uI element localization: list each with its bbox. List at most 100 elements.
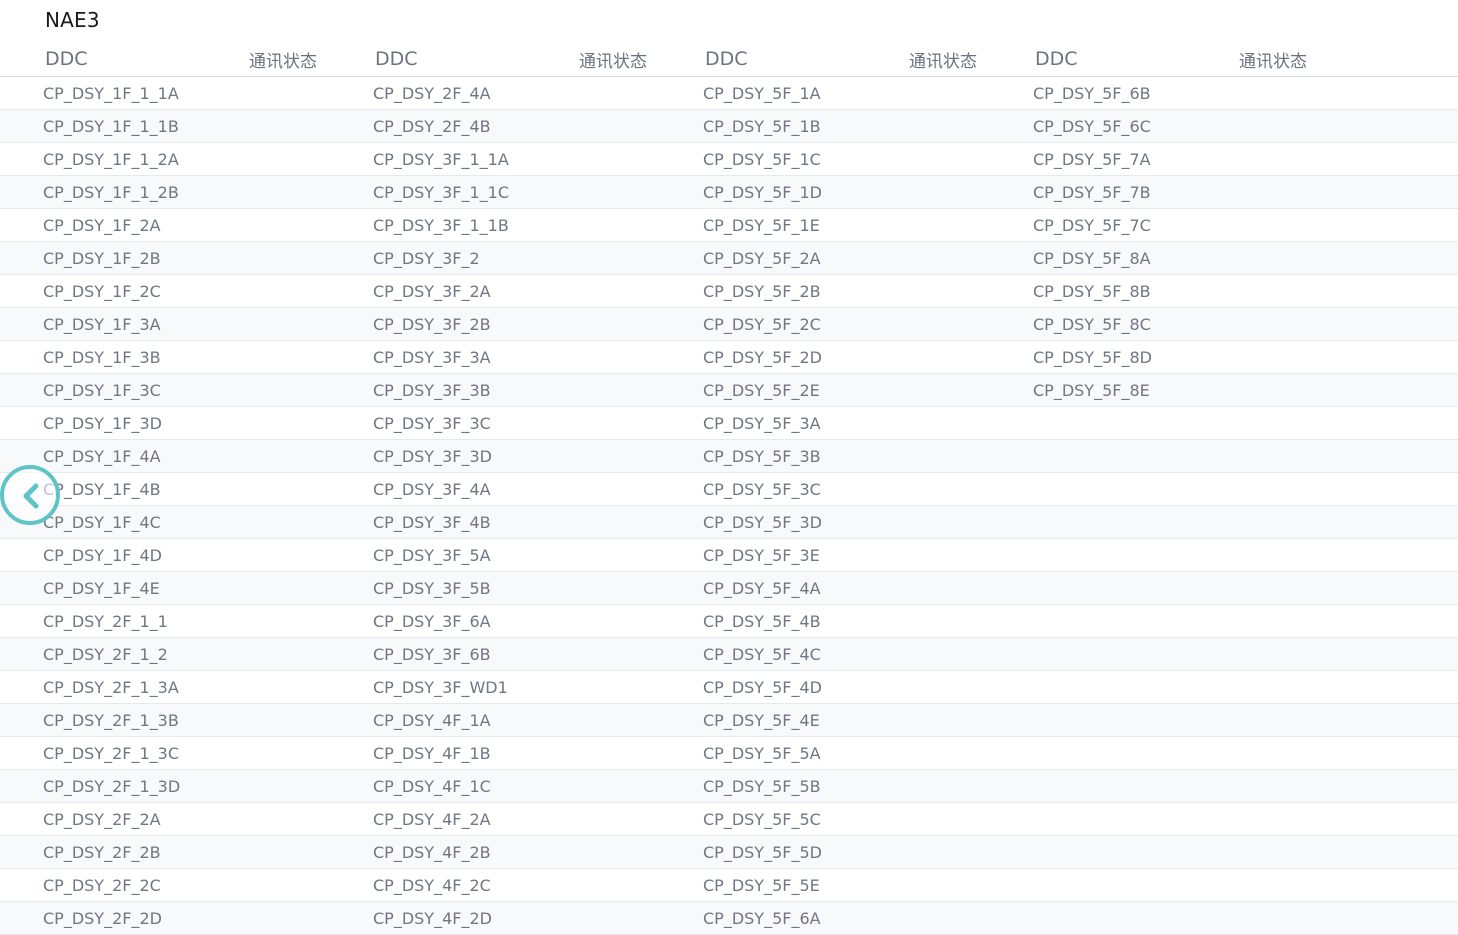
ddc-name-cell: CP_DSY_5F_8A	[1033, 248, 1151, 268]
ddc-name-cell: CP_DSY_5F_8B	[1033, 281, 1151, 301]
table-row: CP_DSY_1F_3C CP_DSY_3F_3B CP_DSY_5F_2E CP_D…	[0, 374, 1458, 407]
ddc-name-cell: CP_DSY_2F_1_3A	[43, 677, 179, 697]
table-body: CP_DSY_1F_1_1A CP_DSY_2F_4A CP_DSY_5F_1A CP…	[0, 77, 1458, 935]
ddc-name-cell: CP_DSY_3F_5A	[373, 545, 491, 565]
ddc-name-cell: CP_DSY_1F_1_1B	[43, 116, 179, 136]
header-status: 通讯状态	[1239, 51, 1307, 72]
ddc-name-cell: CP_DSY_4F_2C	[373, 875, 491, 895]
ddc-name-cell: CP_DSY_4F_2B	[373, 842, 491, 862]
table-row: CP_DSY_1F_2A CP_DSY_3F_1_1B CP_DSY_5F_1E CP…	[0, 209, 1458, 242]
header-status: 通讯状态	[579, 51, 647, 72]
table-row: CP_DSY_1F_4E CP_DSY_3F_5B CP_DSY_5F_4A	[0, 572, 1458, 605]
ddc-name-cell: CP_DSY_3F_1_1B	[373, 215, 509, 235]
table-row: CP_DSY_2F_1_2 CP_DSY_3F_6B CP_DSY_5F_4C	[0, 638, 1458, 671]
table-row: CP_DSY_2F_1_3C CP_DSY_4F_1B CP_DSY_5F_5A	[0, 737, 1458, 770]
ddc-name-cell: CP_DSY_5F_4B	[703, 611, 821, 631]
ddc-name-cell: CP_DSY_5F_1B	[703, 116, 821, 136]
ddc-name-cell: CP_DSY_5F_3C	[703, 479, 821, 499]
ddc-name-cell: CP_DSY_1F_3C	[43, 380, 161, 400]
table-row: CP_DSY_2F_1_1 CP_DSY_3F_6A CP_DSY_5F_4B	[0, 605, 1458, 638]
ddc-name-cell: CP_DSY_3F_1_1C	[373, 182, 509, 202]
ddc-name-cell: CP_DSY_5F_2D	[703, 347, 822, 367]
ddc-name-cell: CP_DSY_1F_1_1A	[43, 83, 179, 103]
ddc-name-cell: CP_DSY_1F_1_2A	[43, 149, 179, 169]
ddc-name-cell: CP_DSY_3F_6B	[373, 644, 491, 664]
ddc-name-cell: CP_DSY_2F_1_3B	[43, 710, 179, 730]
ddc-name-cell: CP_DSY_3F_6A	[373, 611, 491, 631]
table-row: CP_DSY_2F_2A CP_DSY_4F_2A CP_DSY_5F_5C	[0, 803, 1458, 836]
ddc-status-table: DDC 通讯状态 DDC 通讯状态 DDC 通讯状态 DDC 通讯状态 CP_D…	[0, 42, 1458, 935]
ddc-name-cell: CP_DSY_5F_6A	[703, 908, 821, 928]
ddc-name-cell: CP_DSY_2F_2A	[43, 809, 161, 829]
ddc-name-cell: CP_DSY_2F_2B	[43, 842, 161, 862]
ddc-name-cell: CP_DSY_5F_5D	[703, 842, 822, 862]
ddc-name-cell: CP_DSY_3F_4A	[373, 479, 491, 499]
table-header-row: DDC 通讯状态 DDC 通讯状态 DDC 通讯状态 DDC 通讯状态	[0, 42, 1458, 77]
ddc-name-cell: CP_DSY_5F_8E	[1033, 380, 1150, 400]
table-row: CP_DSY_2F_2B CP_DSY_4F_2B CP_DSY_5F_5D	[0, 836, 1458, 869]
ddc-name-cell: CP_DSY_5F_7A	[1033, 149, 1151, 169]
ddc-name-cell: CP_DSY_5F_6B	[1033, 83, 1151, 103]
ddc-name-cell: CP_DSY_5F_1A	[703, 83, 821, 103]
header-ddc: DDC	[45, 48, 88, 70]
header-ddc: DDC	[1035, 48, 1078, 70]
ddc-name-cell: CP_DSY_1F_4D	[43, 545, 162, 565]
back-button[interactable]	[0, 465, 60, 525]
ddc-name-cell: CP_DSY_2F_1_3D	[43, 776, 181, 796]
ddc-name-cell: CP_DSY_5F_8C	[1033, 314, 1151, 334]
ddc-name-cell: CP_DSY_3F_3A	[373, 347, 491, 367]
ddc-name-cell: CP_DSY_1F_1_2B	[43, 182, 179, 202]
ddc-name-cell: CP_DSY_1F_2C	[43, 281, 161, 301]
ddc-name-cell: CP_DSY_5F_7B	[1033, 182, 1151, 202]
ddc-name-cell: CP_DSY_5F_5A	[703, 743, 821, 763]
table-row: CP_DSY_1F_4C CP_DSY_3F_4B CP_DSY_5F_3D	[0, 506, 1458, 539]
ddc-name-cell: CP_DSY_3F_WD1	[373, 677, 508, 697]
table-row: CP_DSY_2F_1_3D CP_DSY_4F_1C CP_DSY_5F_5B	[0, 770, 1458, 803]
header-status: 通讯状态	[909, 51, 977, 72]
table-row: CP_DSY_1F_4D CP_DSY_3F_5A CP_DSY_5F_3E	[0, 539, 1458, 572]
ddc-name-cell: CP_DSY_5F_7C	[1033, 215, 1151, 235]
ddc-name-cell: CP_DSY_5F_5C	[703, 809, 821, 829]
ddc-name-cell: CP_DSY_1F_4B	[43, 479, 161, 499]
ddc-name-cell: CP_DSY_5F_8D	[1033, 347, 1152, 367]
ddc-name-cell: CP_DSY_2F_4B	[373, 116, 491, 136]
header-status: 通讯状态	[249, 51, 317, 72]
ddc-name-cell: CP_DSY_3F_4B	[373, 512, 491, 532]
ddc-name-cell: CP_DSY_3F_3D	[373, 446, 492, 466]
ddc-name-cell: CP_DSY_4F_2A	[373, 809, 491, 829]
ddc-name-cell: CP_DSY_5F_5E	[703, 875, 820, 895]
ddc-name-cell: CP_DSY_1F_4A	[43, 446, 161, 466]
table-row: CP_DSY_1F_4A CP_DSY_3F_3D CP_DSY_5F_3B	[0, 440, 1458, 473]
ddc-name-cell: CP_DSY_2F_1_1	[43, 611, 168, 631]
table-row: CP_DSY_2F_2D CP_DSY_4F_2D CP_DSY_5F_6A	[0, 902, 1458, 935]
ddc-name-cell: CP_DSY_5F_1E	[703, 215, 820, 235]
ddc-name-cell: CP_DSY_3F_2B	[373, 314, 491, 334]
chevron-left-icon	[23, 483, 39, 509]
ddc-name-cell: CP_DSY_2F_1_3C	[43, 743, 179, 763]
table-row: CP_DSY_1F_3B CP_DSY_3F_3A CP_DSY_5F_2D CP_D…	[0, 341, 1458, 374]
ddc-name-cell: CP_DSY_3F_3B	[373, 380, 491, 400]
ddc-name-cell: CP_DSY_5F_2A	[703, 248, 821, 268]
ddc-name-cell: CP_DSY_5F_2C	[703, 314, 821, 334]
ddc-name-cell: CP_DSY_1F_4E	[43, 578, 160, 598]
ddc-name-cell: CP_DSY_1F_2B	[43, 248, 161, 268]
ddc-name-cell: CP_DSY_5F_3B	[703, 446, 821, 466]
ddc-name-cell: CP_DSY_4F_1A	[373, 710, 491, 730]
ddc-name-cell: CP_DSY_5F_3E	[703, 545, 820, 565]
ddc-name-cell: CP_DSY_5F_3A	[703, 413, 821, 433]
ddc-name-cell: CP_DSY_5F_5B	[703, 776, 821, 796]
ddc-name-cell: CP_DSY_5F_1C	[703, 149, 821, 169]
ddc-name-cell: CP_DSY_2F_4A	[373, 83, 491, 103]
ddc-name-cell: CP_DSY_1F_3D	[43, 413, 162, 433]
ddc-name-cell: CP_DSY_5F_4D	[703, 677, 822, 697]
table-row: CP_DSY_2F_1_3A CP_DSY_3F_WD1 CP_DSY_5F_4D	[0, 671, 1458, 704]
ddc-name-cell: CP_DSY_2F_2D	[43, 908, 162, 928]
ddc-name-cell: CP_DSY_5F_6C	[1033, 116, 1151, 136]
table-row: CP_DSY_2F_1_3B CP_DSY_4F_1A CP_DSY_5F_4E	[0, 704, 1458, 737]
ddc-name-cell: CP_DSY_5F_4A	[703, 578, 821, 598]
table-row: CP_DSY_1F_1_2B CP_DSY_3F_1_1C CP_DSY_5F_1D…	[0, 176, 1458, 209]
ddc-name-cell: CP_DSY_5F_3D	[703, 512, 822, 532]
ddc-name-cell: CP_DSY_5F_4C	[703, 644, 821, 664]
ddc-name-cell: CP_DSY_3F_1_1A	[373, 149, 509, 169]
ddc-name-cell: CP_DSY_3F_2	[373, 248, 480, 268]
